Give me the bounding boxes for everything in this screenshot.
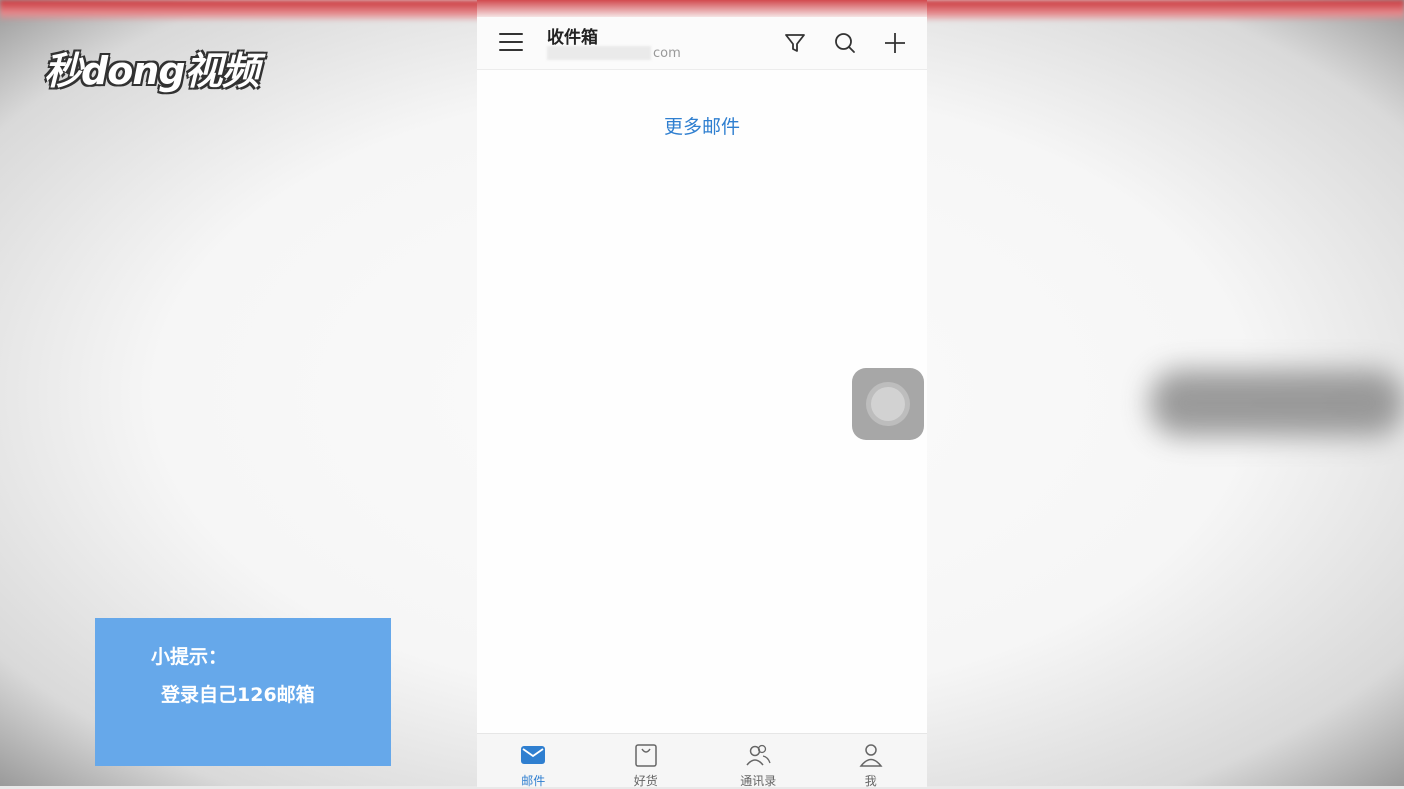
account-suffix: com <box>653 45 681 61</box>
redacted-address <box>547 46 651 60</box>
contacts-icon <box>745 742 771 768</box>
tab-label: 邮件 <box>521 774 546 788</box>
tip-title: 小提示： <box>151 646 228 668</box>
person-icon <box>858 742 884 768</box>
shopping-bag-icon <box>633 742 659 768</box>
tab-label: 我 <box>864 774 877 788</box>
account-address: com <box>547 45 681 61</box>
assistive-touch-button[interactable] <box>852 368 924 440</box>
phone-screen: 收件箱 com 更多邮件 邮件 好货 通讯录 我 <box>477 0 928 788</box>
menu-icon[interactable] <box>499 33 523 53</box>
bottom-tab-bar: 邮件 好货 通讯录 我 <box>477 733 928 788</box>
tip-box: 小提示： 登录自己126邮箱 <box>95 618 391 766</box>
filter-icon[interactable] <box>781 29 809 57</box>
tab-goods[interactable]: 好货 <box>590 734 703 788</box>
mail-icon <box>520 742 546 768</box>
status-bar <box>477 0 927 17</box>
compose-plus-icon[interactable] <box>881 29 909 57</box>
tab-label: 通讯录 <box>740 774 777 788</box>
more-mail-link[interactable]: 更多邮件 <box>477 112 927 139</box>
tab-label: 好货 <box>633 774 658 788</box>
inbox-header: 收件箱 com <box>477 17 927 70</box>
tab-contacts[interactable]: 通讯录 <box>702 734 815 788</box>
search-icon[interactable] <box>831 29 859 57</box>
tab-me[interactable]: 我 <box>815 734 928 788</box>
blurred-side-bar <box>1150 370 1404 436</box>
tip-body: 登录自己126邮箱 <box>161 684 315 706</box>
tab-mail[interactable]: 邮件 <box>477 734 590 788</box>
watermark-logo: 秒dong视频 <box>44 49 260 93</box>
